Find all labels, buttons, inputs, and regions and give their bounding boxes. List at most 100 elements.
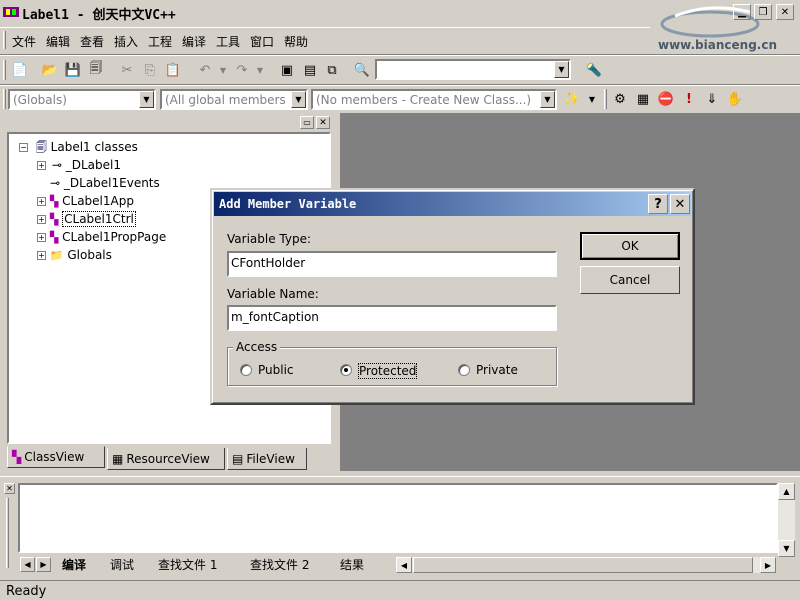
access-private-radio[interactable] bbox=[458, 364, 470, 376]
variable-name-field[interactable]: m_fontCaption bbox=[227, 305, 557, 331]
maximize-button[interactable]: ❐ bbox=[754, 4, 772, 20]
output-vscroll[interactable]: ▲ ▼ bbox=[778, 483, 795, 557]
chevron-down-icon[interactable]: ▼ bbox=[554, 61, 569, 78]
chevron-down-icon[interactable]: ▼ bbox=[540, 91, 555, 108]
close-icon[interactable]: ✕ bbox=[670, 194, 690, 214]
build-icon[interactable]: ▦ bbox=[633, 89, 653, 109]
tree-item-dlabel1[interactable]: + ⊸ _DLabel1 bbox=[37, 156, 121, 174]
scroll-left-icon[interactable]: ◀ bbox=[396, 557, 412, 573]
execute-icon[interactable]: ! bbox=[679, 89, 699, 109]
stop-build-icon[interactable]: ⛔ bbox=[656, 89, 676, 109]
breakpoint-hand-icon[interactable]: ✋ bbox=[725, 89, 745, 109]
go-icon[interactable]: ⇓ bbox=[702, 89, 722, 109]
redo-dropdown-icon[interactable]: ▼ bbox=[250, 60, 270, 80]
tree-item-globals[interactable]: + 📁 Globals bbox=[37, 246, 112, 264]
tree-item-clabel1proppage[interactable]: + ▚ CLabel1PropPage bbox=[37, 228, 166, 246]
output-text-area[interactable] bbox=[18, 483, 778, 553]
menu-file[interactable]: 文件 bbox=[12, 33, 36, 50]
close-pane-icon[interactable]: ✕ bbox=[316, 116, 330, 129]
window-list-icon[interactable]: ⧉ bbox=[322, 60, 342, 80]
help-button[interactable]: ? bbox=[648, 194, 668, 214]
menu-tools[interactable]: 工具 bbox=[216, 33, 240, 50]
new-file-icon[interactable]: 📄 bbox=[10, 60, 30, 80]
access-public-radio[interactable] bbox=[240, 364, 252, 376]
tree-item-label: CLabel1PropPage bbox=[62, 230, 167, 244]
save-all-icon[interactable]: 🗐 bbox=[86, 60, 106, 80]
expand-icon[interactable]: + bbox=[37, 215, 46, 224]
filter-combo[interactable]: (All global members ▼ bbox=[160, 89, 308, 110]
close-pane-icon[interactable]: ✕ bbox=[4, 483, 15, 494]
workspace-icon[interactable]: ▣ bbox=[277, 60, 297, 80]
class-icon: ▚ bbox=[49, 213, 59, 226]
tab-scroll-left-icon[interactable]: ◀ bbox=[20, 557, 35, 572]
scroll-down-icon[interactable]: ▼ bbox=[778, 540, 795, 557]
wizard-action-icon[interactable]: ✨ bbox=[562, 89, 582, 109]
save-icon[interactable]: 💾 bbox=[63, 60, 83, 80]
copy-icon[interactable]: ⎘ bbox=[140, 60, 160, 80]
tree-item-dlabel1events[interactable]: ⊸ _DLabel1Events bbox=[50, 174, 160, 192]
tab-scroll-right-icon[interactable]: ▶ bbox=[36, 557, 51, 572]
tab-debug[interactable]: 调试 bbox=[110, 556, 134, 573]
find-in-files-icon[interactable]: 🔍 bbox=[352, 60, 372, 80]
access-protected-label[interactable]: Protected bbox=[358, 363, 418, 379]
output-window-icon[interactable]: ▤ bbox=[300, 60, 320, 80]
undo-icon[interactable]: ↶ bbox=[195, 60, 215, 80]
tab-resourceview[interactable]: ▦ ResourceView bbox=[107, 448, 225, 470]
dialog-title: Add Member Variable bbox=[219, 197, 357, 211]
chevron-down-icon[interactable]: ▼ bbox=[291, 91, 306, 108]
scroll-right-icon[interactable]: ▶ bbox=[760, 557, 776, 573]
access-label: Access bbox=[233, 340, 281, 354]
redo-icon[interactable]: ↷ bbox=[232, 60, 252, 80]
menu-build[interactable]: 编译 bbox=[182, 33, 206, 50]
expand-icon[interactable]: + bbox=[37, 197, 46, 206]
access-protected-radio[interactable] bbox=[340, 364, 352, 376]
ok-button[interactable]: OK bbox=[580, 232, 680, 260]
scroll-up-icon[interactable]: ▲ bbox=[778, 483, 795, 500]
cancel-button[interactable]: Cancel bbox=[580, 266, 680, 294]
expand-icon[interactable]: + bbox=[37, 161, 46, 170]
tab-fileview[interactable]: ▤ FileView bbox=[227, 448, 307, 470]
output-hscroll[interactable]: ◀ ▶ bbox=[396, 557, 776, 573]
tab-classview[interactable]: ▚ ClassView bbox=[7, 446, 105, 468]
access-private-label[interactable]: Private bbox=[476, 363, 518, 377]
expand-icon[interactable]: + bbox=[37, 251, 46, 260]
radio-dot bbox=[344, 368, 348, 372]
undo-dropdown-icon[interactable]: ▼ bbox=[213, 60, 233, 80]
tree-root[interactable]: − 🗐 Label1 classes bbox=[19, 138, 138, 156]
open-folder-icon[interactable]: 📂 bbox=[40, 60, 60, 80]
tab-find-in-files-2[interactable]: 查找文件 2 bbox=[250, 556, 309, 573]
menu-view[interactable]: 查看 bbox=[80, 33, 104, 50]
menu-edit[interactable]: 编辑 bbox=[46, 33, 70, 50]
chevron-down-icon[interactable]: ▼ bbox=[139, 91, 154, 108]
compile-icon[interactable]: ⚙ bbox=[610, 89, 630, 109]
menu-window[interactable]: 窗口 bbox=[250, 33, 274, 50]
members-combo[interactable]: (No members - Create New Class...) ▼ bbox=[311, 89, 557, 110]
paste-icon[interactable]: 📋 bbox=[163, 60, 183, 80]
cut-icon[interactable]: ✂ bbox=[117, 60, 137, 80]
dock-restore-icon[interactable]: ▭ bbox=[300, 116, 314, 129]
access-public-label[interactable]: Public bbox=[258, 363, 294, 377]
standard-toolbar: 📄 📂 💾 🗐 ✂ ⎘ 📋 ↶ ▼ ↷ ▼ ▣ ▤ ⧉ 🔍 ▼ 🔦 bbox=[0, 54, 800, 84]
tree-item-clabel1app[interactable]: + ▚ CLabel1App bbox=[37, 192, 134, 210]
minimize-button[interactable]: ▁ bbox=[733, 4, 751, 20]
menu-bar: 文件 编辑 查看 插入 工程 编译 工具 窗口 帮助 bbox=[0, 27, 650, 51]
tab-build[interactable]: 编译 bbox=[62, 556, 86, 573]
close-window-button[interactable]: ✕ bbox=[776, 4, 794, 20]
variable-type-field[interactable]: CFontHolder bbox=[227, 251, 557, 277]
scroll-thumb[interactable] bbox=[413, 557, 753, 573]
class-combo[interactable]: (Globals) ▼ bbox=[8, 89, 156, 110]
find-combo[interactable]: ▼ bbox=[375, 59, 571, 80]
expand-icon[interactable]: + bbox=[37, 233, 46, 242]
menu-project[interactable]: 工程 bbox=[148, 33, 172, 50]
menu-insert[interactable]: 插入 bbox=[114, 33, 138, 50]
tab-results[interactable]: 结果 bbox=[340, 556, 364, 573]
collapse-icon[interactable]: − bbox=[19, 143, 28, 152]
tree-item-clabel1ctrl[interactable]: + ▚ CLabel1Ctrl bbox=[37, 210, 136, 228]
menu-help[interactable]: 帮助 bbox=[284, 33, 308, 50]
add-member-variable-dialog: Add Member Variable ? ✕ Variable Type: C… bbox=[210, 188, 695, 405]
wizard-action-dropdown-icon[interactable]: ▼ bbox=[582, 89, 602, 109]
dialog-title-bar: Add Member Variable ? ✕ bbox=[214, 192, 691, 216]
find-icon[interactable]: 🔦 bbox=[584, 60, 604, 80]
class-icon: ▚ bbox=[49, 231, 59, 244]
tab-find-in-files-1[interactable]: 查找文件 1 bbox=[158, 556, 217, 573]
